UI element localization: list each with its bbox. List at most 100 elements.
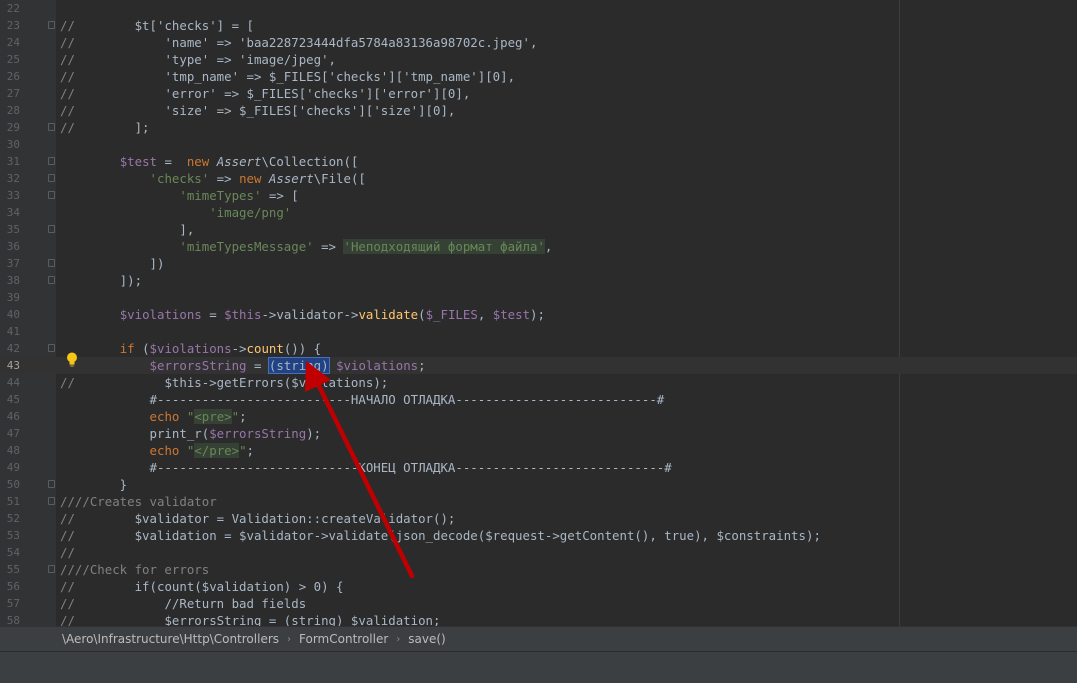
fold-marker-icon[interactable] <box>48 157 55 165</box>
code-text[interactable]: // ]; <box>60 119 150 136</box>
code-line[interactable]: 57 // //Return bad fields <box>0 595 1077 612</box>
code-line[interactable]: 44 // $this->getErrors($violations); <box>0 374 1077 391</box>
code-text[interactable]: // 'name' => 'baa228723444dfa5784a83136a… <box>60 34 537 51</box>
code-line[interactable]: 54 // <box>0 544 1077 561</box>
fold-marker-icon[interactable] <box>48 21 55 29</box>
code-token: , <box>544 239 553 254</box>
code-line[interactable]: 29 // ]; <box>0 119 1077 136</box>
code-line[interactable]: 26 // 'tmp_name' => $_FILES['checks']['tm… <box>0 68 1077 85</box>
code-text[interactable]: ]); <box>60 272 142 289</box>
code-text[interactable]: ////Creates validator <box>60 493 217 510</box>
code-text[interactable]: // <box>60 544 75 561</box>
code-line[interactable]: 27 // 'error' => $_FILES['checks']['error… <box>0 85 1077 102</box>
code-text[interactable]: ////Check for errors <box>60 561 209 578</box>
code-text[interactable]: // $validator = Validation::createValida… <box>60 510 455 527</box>
fold-marker-icon[interactable] <box>48 565 55 573</box>
line-number: 31 <box>6 155 20 168</box>
code-line[interactable]: 24 // 'name' => 'baa228723444dfa5784a8313… <box>0 34 1077 51</box>
code-text[interactable]: 'image/png' <box>60 204 291 221</box>
line-number: 54 <box>6 546 20 559</box>
code-text[interactable]: // $t['checks'] = [ <box>60 17 254 34</box>
code-text[interactable]: echo "</pre>"; <box>60 442 254 459</box>
fold-marker-icon[interactable] <box>48 191 55 199</box>
code-line[interactable]: 34 'image/png' <box>0 204 1077 221</box>
fold-marker-icon[interactable] <box>48 497 55 505</box>
fold-marker-icon[interactable] <box>48 174 55 182</box>
code-line[interactable]: 22 <box>0 0 1077 17</box>
code-line[interactable]: 49 #---------------------------КОНЕЦ ОТЛ… <box>0 459 1077 476</box>
fold-marker-icon[interactable] <box>48 259 55 267</box>
code-text[interactable]: // if(count($validation) > 0) { <box>60 578 343 595</box>
code-text[interactable]: 'mimeTypes' => [ <box>60 187 298 204</box>
code-line[interactable]: 45 #--------------------------НАЧАЛО ОТЛ… <box>0 391 1077 408</box>
code-line[interactable]: 33 'mimeTypes' => [ <box>0 187 1077 204</box>
code-token: ]; <box>74 120 150 135</box>
code-line[interactable]: 35 ], <box>0 221 1077 238</box>
code-line[interactable]: 51 ////Creates validator <box>0 493 1077 510</box>
code-line[interactable]: 52 // $validator = Validation::createVali… <box>0 510 1077 527</box>
code-token: 'size' => $_FILES['checks']['size'][0], <box>74 103 456 118</box>
code-line[interactable]: 37 ]) <box>0 255 1077 272</box>
code-text[interactable]: // $validation = $validator->validate(js… <box>60 527 821 544</box>
code-line[interactable]: 53 // $validation = $validator->validate(… <box>0 527 1077 544</box>
code-token: // <box>60 86 75 101</box>
code-text[interactable]: // $errorsString = (string) $validation; <box>60 612 440 626</box>
code-text[interactable]: #---------------------------КОНЕЦ ОТЛАДК… <box>60 459 672 476</box>
code-line[interactable]: 38 ]); <box>0 272 1077 289</box>
code-text[interactable]: $errorsString = (string) $violations; <box>60 357 426 374</box>
code-line[interactable]: 23 // $t['checks'] = [ <box>0 17 1077 34</box>
code-text[interactable]: #--------------------------НАЧАЛО ОТЛАДК… <box>60 391 665 408</box>
fold-marker-icon[interactable] <box>48 276 55 284</box>
code-text[interactable]: 'checks' => new Assert\File([ <box>60 170 366 187</box>
code-line[interactable]: 25 // 'type' => 'image/jpeg', <box>0 51 1077 68</box>
fold-marker-icon[interactable] <box>48 225 55 233</box>
code-line[interactable]: 42 if ($violations->count()) { <box>0 340 1077 357</box>
code-token: // <box>60 545 75 560</box>
code-line[interactable]: 58 // $errorsString = (string) $validatio… <box>0 612 1077 626</box>
code-text[interactable]: // 'size' => $_FILES['checks']['size'][0… <box>60 102 455 119</box>
code-text[interactable]: print_r($errorsString); <box>60 425 322 442</box>
code-token: ( <box>418 307 426 322</box>
code-text[interactable]: 'mimeTypesMessage' => 'Неподходящий форм… <box>60 238 552 255</box>
breadcrumb-method[interactable]: save() <box>404 632 449 646</box>
code-text[interactable]: } <box>60 476 127 493</box>
code-token: $violations <box>119 307 202 322</box>
fold-marker-icon[interactable] <box>48 344 55 352</box>
code-line[interactable]: 56 // if(count($validation) > 0) { <box>0 578 1077 595</box>
lightbulb-icon[interactable] <box>66 352 78 367</box>
code-line[interactable]: 31 $test = new Assert\Collection([ <box>0 153 1077 170</box>
code-text[interactable]: // 'tmp_name' => $_FILES['checks']['tmp_… <box>60 68 515 85</box>
code-token: // <box>60 18 75 33</box>
code-text[interactable]: echo "<pre>"; <box>60 408 247 425</box>
code-text[interactable]: // //Return bad fields <box>60 595 306 612</box>
fold-marker-icon[interactable] <box>48 480 55 488</box>
code-line[interactable]: 43 $errorsString = (string) $violations; <box>0 357 1077 374</box>
code-line[interactable]: 39 <box>0 289 1077 306</box>
code-line[interactable]: 36 'mimeTypesMessage' => 'Неподходящий ф… <box>0 238 1077 255</box>
code-token: , <box>477 307 493 322</box>
code-line[interactable]: 50 } <box>0 476 1077 493</box>
code-line[interactable]: 48 echo "</pre>"; <box>0 442 1077 459</box>
code-text[interactable]: $violations = $this->validator->validate… <box>60 306 545 323</box>
breadcrumb-namespace[interactable]: \Aero\Infrastructure\Http\Controllers <box>58 632 283 646</box>
line-number: 24 <box>6 36 20 49</box>
code-line[interactable]: 55 ////Check for errors <box>0 561 1077 578</box>
fold-marker-icon[interactable] <box>48 123 55 131</box>
code-line[interactable]: 28 // 'size' => $_FILES['checks']['size']… <box>0 102 1077 119</box>
code-text[interactable]: ], <box>60 221 194 238</box>
code-line[interactable]: 30 <box>0 136 1077 153</box>
breadcrumb-class[interactable]: FormController <box>295 632 392 646</box>
code-line[interactable]: 41 <box>0 323 1077 340</box>
code-text[interactable]: // 'error' => $_FILES['checks']['error']… <box>60 85 470 102</box>
code-token: $_FILES <box>425 307 478 322</box>
code-line[interactable]: 46 echo "<pre>"; <box>0 408 1077 425</box>
code-text[interactable]: $test = new Assert\Collection([ <box>60 153 359 170</box>
code-line[interactable]: 47 print_r($errorsString); <box>0 425 1077 442</box>
code-text[interactable]: ]) <box>60 255 165 272</box>
code-text[interactable]: // $this->getErrors($violations); <box>60 374 388 391</box>
code-text[interactable]: if ($violations->count()) { <box>60 340 321 357</box>
code-line[interactable]: 40 $violations = $this->validator->valid… <box>0 306 1077 323</box>
code-line[interactable]: 32 'checks' => new Assert\File([ <box>0 170 1077 187</box>
code-text[interactable]: // 'type' => 'image/jpeg', <box>60 51 336 68</box>
code-editor[interactable]: 22 23 // $t['checks'] = [ 24 // 'name' => 'b… <box>0 0 1077 626</box>
